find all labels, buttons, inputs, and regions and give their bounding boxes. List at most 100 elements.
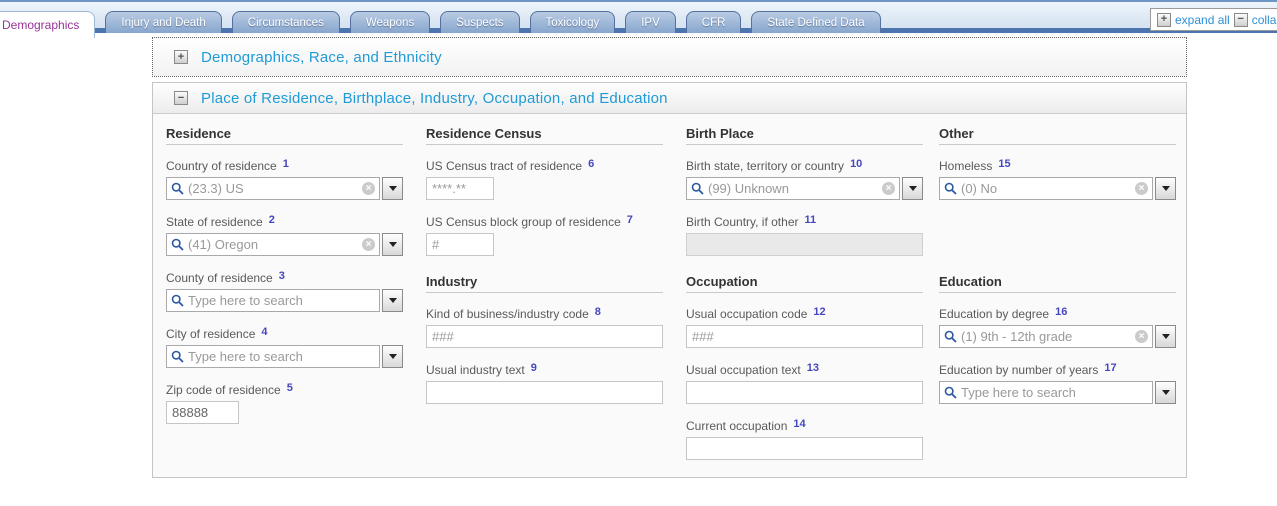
city-of-residence-lookup[interactable]: Type here to search (166, 345, 380, 368)
current-occupation-input[interactable] (686, 437, 923, 460)
group-heading: Industry (426, 274, 663, 293)
group-occupation: Occupation Usual occupation code12 Usual… (686, 274, 939, 475)
group-residence-census: Residence Census US Census tract of resi… (426, 126, 686, 271)
education-by-degree-lookup[interactable]: (1) 9th - 12th grade × (939, 325, 1153, 348)
field-country-of-residence: Country of residence1 (23.3) US × (166, 159, 426, 215)
collapse-all-icon[interactable]: − (1234, 13, 1248, 27)
field-label: State of residence (166, 215, 263, 229)
tab-demographics[interactable]: Demographics (0, 11, 95, 38)
dropdown-arrow-button[interactable] (382, 289, 403, 312)
field-number: 7 (627, 214, 633, 226)
county-of-residence-lookup[interactable]: Type here to search (166, 289, 380, 312)
field-homeless: Homeless 15 (0) No × (939, 159, 1189, 215)
clear-icon[interactable]: × (362, 182, 375, 195)
tab-injury-and-death[interactable]: Injury and Death (105, 11, 221, 33)
search-icon (944, 182, 957, 195)
chevron-down-icon (909, 186, 917, 191)
field-industry-code: Kind of business/industry code8 (426, 307, 686, 363)
usual-occupation-code-input[interactable] (686, 325, 923, 348)
zip-code-input[interactable] (166, 401, 239, 424)
tab-ipv[interactable]: IPV (625, 11, 676, 33)
birth-state-lookup[interactable]: (99) Unknown × (686, 177, 900, 200)
field-zip-code-of-residence: Zip code of residence 5 (166, 383, 426, 439)
field-census-block-group: US Census block group of residence 7 (426, 215, 686, 271)
form-grid: Residence Country of residence1 (23.3) U… (153, 114, 1186, 475)
field-label: Education by number of years (939, 363, 1098, 377)
search-icon (691, 182, 704, 195)
field-label: Current occupation (686, 419, 787, 433)
clear-icon[interactable]: × (882, 182, 895, 195)
section-title: Demographics, Race, and Ethnicity (201, 49, 442, 66)
field-label: US Census block group of residence (426, 215, 621, 229)
lookup-value: (99) Unknown (708, 181, 878, 196)
lookup-value: (0) No (961, 181, 1131, 196)
tab-cfr[interactable]: CFR (686, 11, 742, 33)
dropdown-arrow-button[interactable] (1155, 325, 1176, 348)
field-county-of-residence: County of residence 3 Type here to search (166, 271, 426, 327)
group-heading: Residence Census (426, 126, 663, 145)
expand-all-link[interactable]: expand all (1175, 13, 1230, 27)
tab-toxicology[interactable]: Toxicology (530, 11, 616, 33)
census-tract-input[interactable] (426, 177, 494, 200)
expand-all-icon[interactable]: + (1157, 13, 1171, 27)
field-label: Homeless (939, 159, 992, 173)
chevron-down-icon (389, 186, 397, 191)
field-number: 15 (998, 158, 1010, 170)
field-number: 10 (850, 158, 862, 170)
dropdown-arrow-button[interactable] (382, 233, 403, 256)
expand-collapse-controls: + expand all − collapse all (1150, 8, 1277, 31)
field-number: 3 (279, 270, 285, 282)
education-by-years-lookup[interactable]: Type here to search (939, 381, 1153, 404)
expand-section-icon[interactable]: + (174, 50, 188, 64)
section-demographics-race-ethnicity: + Demographics, Race, and Ethnicity (152, 37, 1187, 77)
usual-industry-text-input[interactable] (426, 381, 663, 404)
field-education-by-number-of-years: Education by number of years 17 Type here… (939, 363, 1189, 419)
clear-icon[interactable]: × (1135, 182, 1148, 195)
field-number: 9 (531, 362, 537, 374)
tab-state-defined-data[interactable]: State Defined Data (751, 11, 880, 33)
dropdown-arrow-button[interactable] (1155, 177, 1176, 200)
field-number: 17 (1104, 362, 1116, 374)
collapse-section-icon[interactable]: − (174, 91, 188, 105)
lookup-placeholder: Type here to search (961, 385, 1148, 400)
chevron-down-icon (389, 242, 397, 247)
group-residence: Residence Country of residence1 (23.3) U… (166, 126, 426, 439)
field-number: 11 (805, 214, 817, 226)
tab-circumstances[interactable]: Circumstances (232, 11, 340, 33)
search-icon (171, 350, 184, 363)
country-of-residence-lookup[interactable]: (23.3) US × (166, 177, 380, 200)
section-place-of-residence: − Place of Residence, Birthplace, Indust… (152, 82, 1187, 478)
field-number: 5 (287, 382, 293, 394)
lookup-value: (1) 9th - 12th grade (961, 329, 1131, 344)
dropdown-arrow-button[interactable] (382, 345, 403, 368)
field-label: Birth state, territory or country (686, 159, 844, 173)
usual-occupation-text-input[interactable] (686, 381, 923, 404)
state-of-residence-lookup[interactable]: (41) Oregon × (166, 233, 380, 256)
field-label: Zip code of residence (166, 383, 281, 397)
section-header: − Place of Residence, Birthplace, Indust… (153, 83, 1186, 114)
industry-code-input[interactable] (426, 325, 663, 348)
tab-suspects[interactable]: Suspects (440, 11, 519, 33)
census-block-group-input[interactable] (426, 233, 494, 256)
dropdown-arrow-button[interactable] (902, 177, 923, 200)
field-label: County of residence (166, 271, 273, 285)
tab-weapons[interactable]: Weapons (350, 11, 430, 33)
field-state-of-residence: State of residence2 (41) Oregon × (166, 215, 426, 271)
tab-bar: Demographics Injury and Death Circumstan… (0, 0, 1277, 33)
lookup-value: (23.3) US (188, 181, 358, 196)
dropdown-arrow-button[interactable] (382, 177, 403, 200)
field-birth-country-if-other: Birth Country, if other11 (686, 215, 939, 271)
field-usual-industry-text: Usual industry text9 (426, 363, 686, 419)
homeless-lookup[interactable]: (0) No × (939, 177, 1153, 200)
field-label: City of residence (166, 327, 255, 341)
search-icon (944, 330, 957, 343)
dropdown-arrow-button[interactable] (1155, 381, 1176, 404)
clear-icon[interactable]: × (362, 238, 375, 251)
collapse-all-link[interactable]: collapse all (1252, 13, 1277, 27)
clear-icon[interactable]: × (1135, 330, 1148, 343)
search-icon (944, 386, 957, 399)
chevron-down-icon (1162, 334, 1170, 339)
birth-country-input (686, 233, 923, 256)
field-current-occupation: Current occupation14 (686, 419, 939, 475)
field-label: US Census tract of residence (426, 159, 582, 173)
